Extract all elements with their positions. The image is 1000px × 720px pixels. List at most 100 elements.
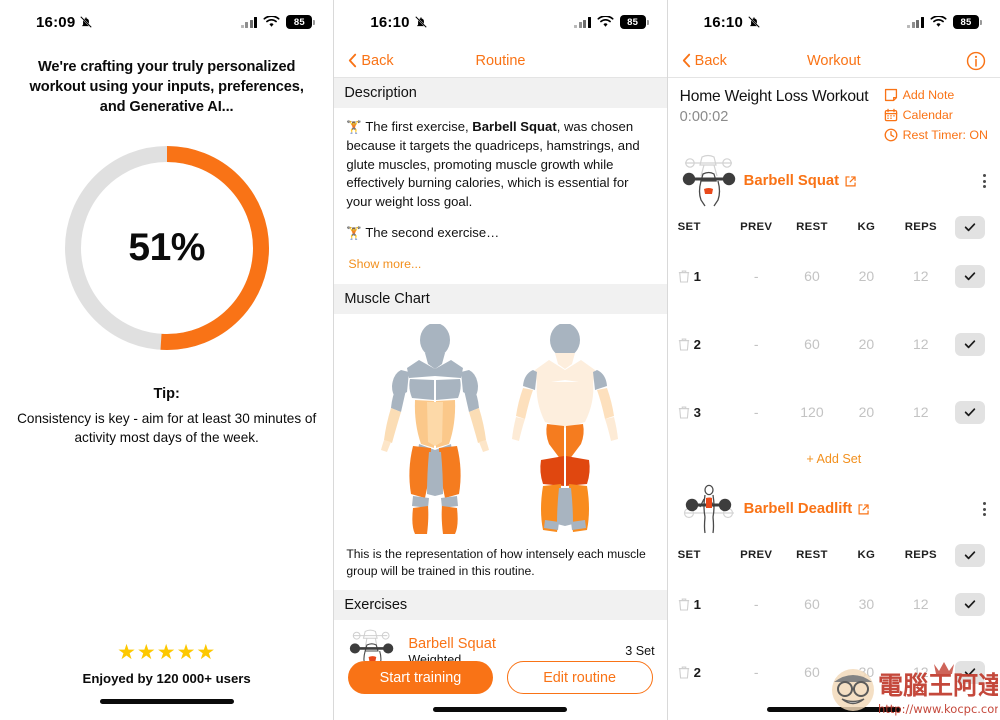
edit-routine-button[interactable]: Edit routine	[506, 661, 653, 694]
kg-cell[interactable]: 20	[841, 268, 891, 284]
exercise-name: Barbell Deadlift	[743, 501, 853, 517]
status-time: 16:10	[370, 13, 410, 31]
rest-cell[interactable]: 120	[783, 404, 841, 420]
external-link-icon[interactable]	[844, 175, 857, 188]
set-table-header: SET PREV REST KG REPS	[668, 212, 1000, 242]
rest-cell[interactable]: 60	[783, 596, 841, 612]
screenshot-root: 16:09 85 We're crafting your truly perso…	[0, 0, 1000, 720]
status-right: 85	[574, 15, 649, 29]
add-note-button[interactable]: Add Note	[884, 88, 955, 102]
section-header-exercises: Exercises	[334, 590, 667, 621]
start-training-button[interactable]: Start training	[348, 661, 493, 694]
status-time: 16:10	[703, 13, 744, 31]
social-proof: ★★★★★ Enjoyed by 120 000+ users	[0, 642, 333, 704]
column-rest: REST	[796, 549, 828, 561]
chevron-left-icon	[349, 53, 357, 68]
trash-icon[interactable]	[678, 405, 690, 419]
back-button[interactable]: Back	[348, 53, 394, 69]
kg-cell[interactable]: 30	[841, 596, 891, 612]
table-row[interactable]: 2 - 60 20 12	[668, 310, 1000, 378]
enjoyed-by-label: Enjoyed by 120 000+ users	[82, 671, 251, 686]
muscle-chart	[334, 314, 666, 542]
reps-cell[interactable]: 12	[892, 596, 950, 612]
workout-header-left: Home Weight Loss Workout 0:00:02	[680, 88, 884, 142]
kg-cell[interactable]: 20	[841, 404, 891, 420]
battery-icon: 85	[619, 15, 649, 29]
section-header-muscle-chart: Muscle Chart	[334, 284, 667, 315]
trash-icon[interactable]	[678, 269, 690, 283]
rest-cell[interactable]: 60	[783, 268, 841, 284]
complete-cell	[950, 264, 990, 288]
external-link-icon[interactable]	[857, 503, 870, 516]
status-time: 16:09	[36, 13, 76, 31]
rest-cell[interactable]: 60	[783, 336, 841, 352]
description-paragraph-2: 🏋️ The second exercise…	[346, 224, 654, 243]
cellular-signal-icon	[240, 16, 258, 28]
cellular-signal-icon	[574, 16, 591, 28]
desc-p2: The second exercise…	[365, 224, 500, 240]
exercise-menu-button[interactable]	[979, 498, 990, 520]
info-circle-icon[interactable]	[966, 51, 986, 71]
show-more-link[interactable]: Show more...	[346, 256, 421, 285]
rest-cell[interactable]: 60	[783, 664, 841, 680]
exercise-block-header: Barbell Deadlift	[668, 478, 1000, 540]
trash-icon[interactable]	[678, 597, 690, 611]
reps-cell[interactable]: 12	[892, 404, 950, 420]
table-row[interactable]: 3 - 120 20 12	[668, 378, 1000, 446]
complete-set-button[interactable]	[955, 400, 985, 424]
kg-cell[interactable]: 30	[841, 664, 891, 680]
bell-slash-icon	[414, 16, 427, 28]
column-set: SET	[677, 549, 701, 561]
battery-tip	[646, 19, 649, 25]
check-icon	[964, 272, 976, 281]
kg-cell[interactable]: 20	[841, 336, 891, 352]
set-number: 2	[693, 336, 701, 352]
back-label: Back	[694, 52, 727, 69]
trash-icon[interactable]	[678, 665, 690, 679]
column-rest: REST	[796, 221, 828, 233]
table-row[interactable]: 2 - 60 30 12	[668, 638, 1000, 706]
star-rating-icon: ★★★★★	[117, 641, 217, 664]
table-row[interactable]: 1 - 60 30 12	[668, 570, 1000, 638]
exercise-title[interactable]: Barbell Deadlift	[744, 501, 871, 517]
complete-set-button[interactable]	[955, 332, 985, 356]
status-bar: 16:09 85	[0, 0, 333, 44]
complete-all-button[interactable]	[955, 543, 985, 567]
set-number: 3	[693, 404, 701, 420]
exercise-name[interactable]: Barbell Squat	[408, 636, 615, 652]
prev-cell: -	[753, 336, 759, 352]
battery-level: 85	[952, 15, 979, 29]
exercise-menu-button[interactable]	[979, 170, 990, 192]
exercise-title[interactable]: Barbell Squat	[744, 173, 857, 189]
battery-level: 85	[619, 15, 646, 29]
generating-headline: We're crafting your truly personalized w…	[29, 59, 304, 115]
reps-cell[interactable]: 12	[892, 664, 950, 680]
status-right: 85	[240, 15, 316, 29]
add-note-label: Add Note	[902, 88, 955, 102]
complete-set-button[interactable]	[955, 660, 985, 684]
bell-slash-icon	[748, 16, 760, 28]
rest-timer-button[interactable]: Rest Timer: ON	[884, 128, 988, 142]
table-row[interactable]: 1 - 60 20 12	[668, 242, 1000, 310]
panel-generating: 16:09 85 We're crafting your truly perso…	[0, 0, 334, 720]
reps-cell[interactable]: 12	[892, 336, 950, 352]
reps-cell[interactable]: 12	[892, 268, 950, 284]
clock-icon	[884, 128, 898, 142]
add-set-button[interactable]: + Add Set	[668, 446, 1000, 470]
calendar-button[interactable]: Calendar	[884, 108, 953, 122]
weightlifter-icon: 🏋️	[346, 120, 362, 134]
rest-timer-label: Rest Timer: ON	[902, 128, 988, 142]
nav-bar: Back Workout	[667, 44, 1000, 78]
trash-icon[interactable]	[678, 337, 690, 351]
complete-set-button[interactable]	[955, 264, 985, 288]
column-prev: PREV	[740, 221, 773, 233]
barbell-deadlift-thumbnail-icon	[683, 484, 734, 534]
check-icon	[964, 551, 976, 560]
complete-cell	[950, 592, 990, 616]
complete-set-button[interactable]	[955, 592, 985, 616]
status-bar: 16:10 85	[668, 0, 1000, 44]
complete-all-button[interactable]	[955, 215, 985, 239]
back-button[interactable]: Back	[682, 53, 727, 69]
complete-cell	[950, 400, 990, 424]
chevron-left-icon	[682, 53, 690, 68]
